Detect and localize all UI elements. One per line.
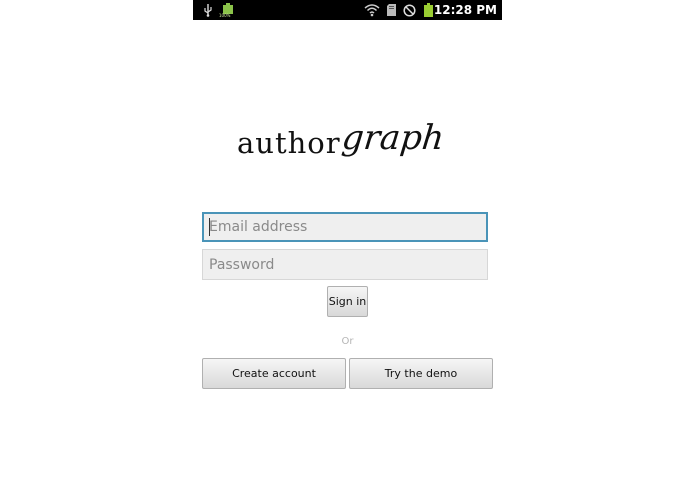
logo-text-author: author xyxy=(237,126,341,160)
wifi-icon xyxy=(364,3,380,17)
email-field[interactable] xyxy=(202,212,488,242)
status-bar: 100% 12:28 PM xyxy=(193,0,502,20)
app-logo: author graph xyxy=(233,114,463,178)
try-demo-button[interactable]: Try the demo xyxy=(349,358,493,389)
battery-icon xyxy=(423,3,434,17)
sign-in-button[interactable]: Sign in xyxy=(327,286,368,317)
logo-text-graph: graph xyxy=(339,118,447,158)
usb-icon xyxy=(202,3,214,17)
no-sim-icon xyxy=(402,3,416,17)
create-account-button[interactable]: Create account xyxy=(202,358,346,389)
app-screen: 100% 12:28 PM author graph Email address… xyxy=(193,0,502,494)
sd-card-icon xyxy=(386,3,396,17)
battery-notification-text: 100% xyxy=(219,13,231,18)
or-divider-text: Or xyxy=(341,336,354,347)
status-clock: 12:28 PM xyxy=(433,3,497,17)
text-cursor xyxy=(209,218,210,236)
password-field[interactable] xyxy=(202,249,488,280)
